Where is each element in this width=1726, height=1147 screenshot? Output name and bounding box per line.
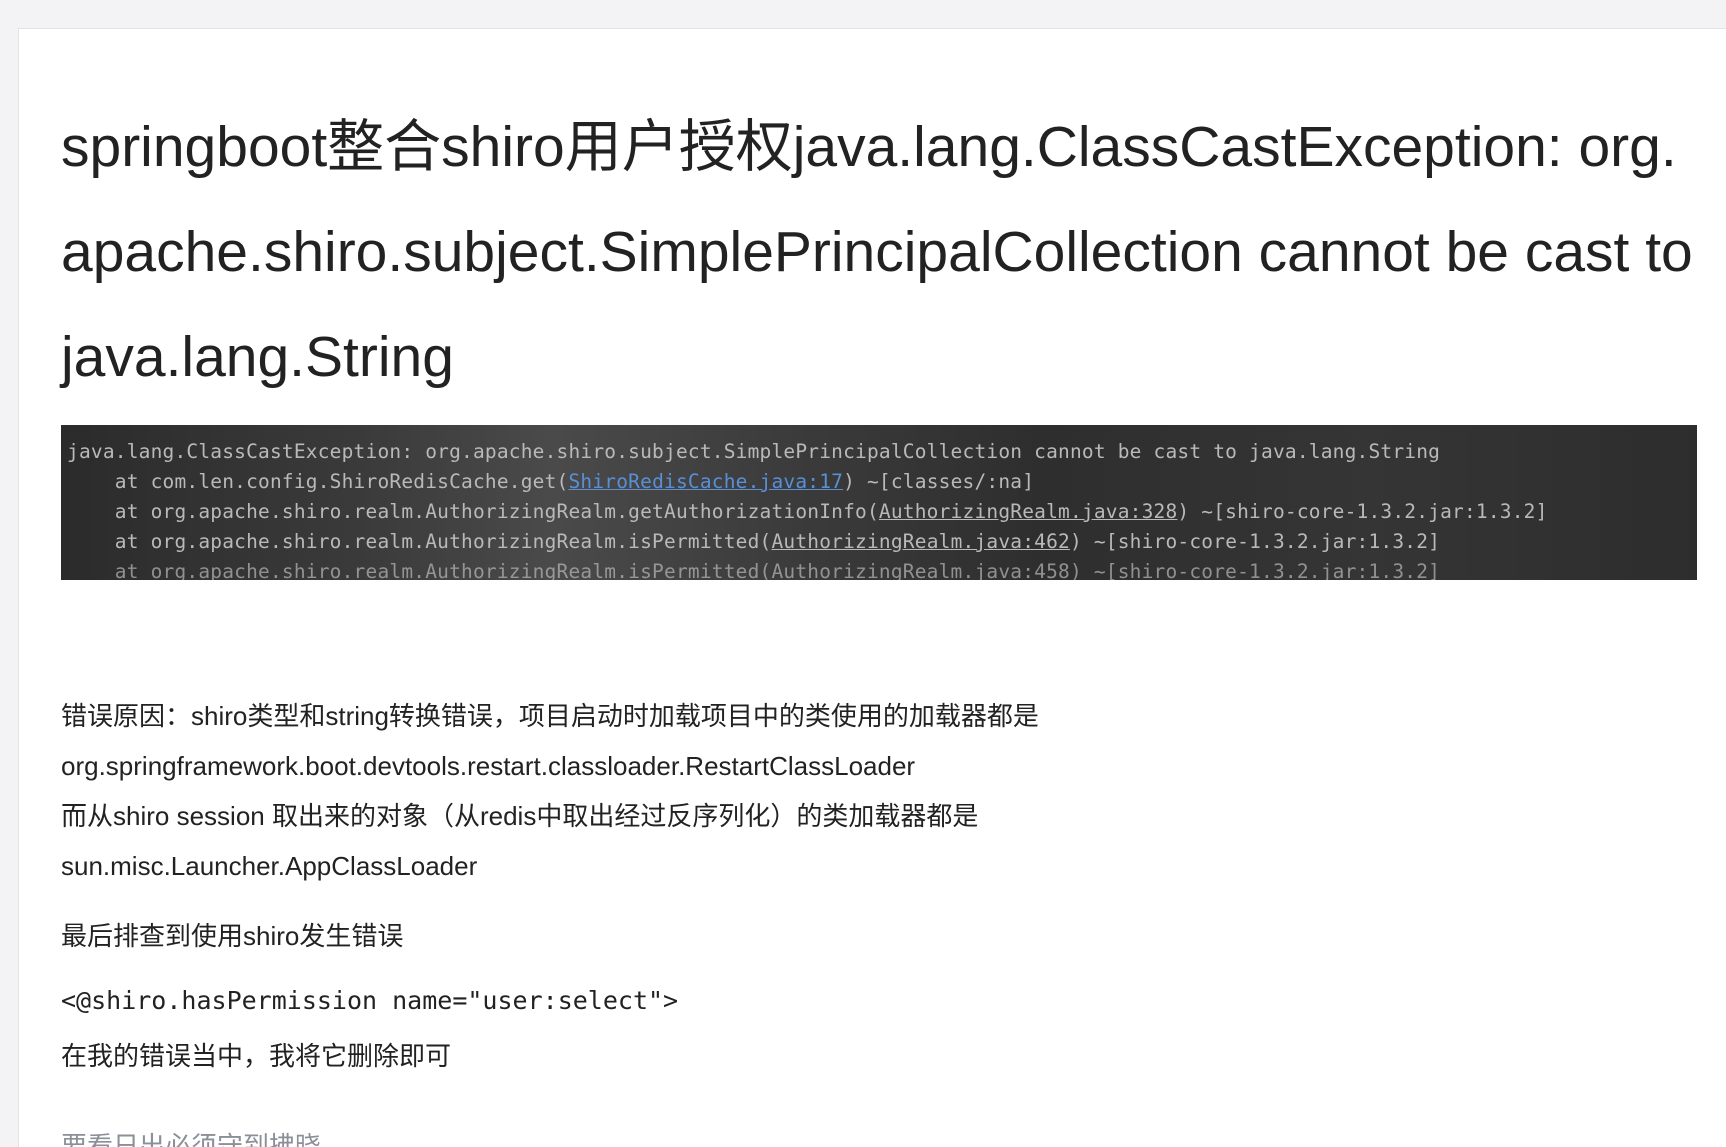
finding-paragraph: 最后排查到使用shiro发生错误 [61,921,404,951]
code-snippet: <@shiro.hasPermission name="user:select"… [61,986,679,1015]
article-title: springboot整合shiro用户授权java.lang.ClassCast… [61,115,1693,389]
stacktrace-link: AuthorizingRealm.java:462 [771,530,1070,553]
stacktrace-text: ) ~[shiro-core-1.3.2.jar:1.3.2] [1069,530,1441,553]
error-reason-line: 而从shiro session 取出来的对象（从redis中取出经过反序列化）的… [61,801,979,831]
solution-paragraph: 在我的错误当中，我将它删除即可 [61,1041,452,1071]
stacktrace-link: AuthorizingRealm.java:328 [878,500,1178,523]
stacktrace-text: at com.len.config.ShiroRedisCache.get( [67,470,569,493]
stacktrace-text: at org.apache.shiro.realm.AuthorizingRea… [67,500,879,523]
stacktrace-image: java.lang.ClassCastException: org.apache… [61,425,1697,580]
article-page: springboot整合shiro用户授权java.lang.ClassCast… [18,28,1726,1147]
error-reason-line: 错误原因：shiro类型和string转换错误，项目启动时加载项目中的类使用的加… [61,701,1039,731]
stacktrace-line: at org.apache.shiro.realm.AuthorizingRea… [67,526,1440,558]
error-reason-line: org.springframework.boot.devtools.restar… [61,751,916,781]
stacktrace-text: at org.apache.shiro.realm.AuthorizingRea… [67,530,772,553]
stacktrace-text: ) ~[classes/:na] [843,470,1035,493]
stacktrace-text: ) ~[shiro-core-1.3.2.jar:1.3.2] [1177,500,1548,523]
stacktrace-link: ShiroRedisCache.java:17 [568,470,844,493]
footer-text: 要看日出必须守到拂晓 [61,1131,322,1147]
stacktrace-line: java.lang.ClassCastException: org.apache… [67,440,1441,463]
stacktrace-line: at org.apache.shiro.realm.AuthorizingRea… [67,496,1548,528]
error-reason-line: sun.misc.Launcher.AppClassLoader [61,851,478,881]
stacktrace-line-cut: at org.apache.shiro.realm.AuthorizingRea… [67,560,1441,580]
stacktrace-line: at com.len.config.ShiroRedisCache.get(Sh… [67,466,1034,498]
